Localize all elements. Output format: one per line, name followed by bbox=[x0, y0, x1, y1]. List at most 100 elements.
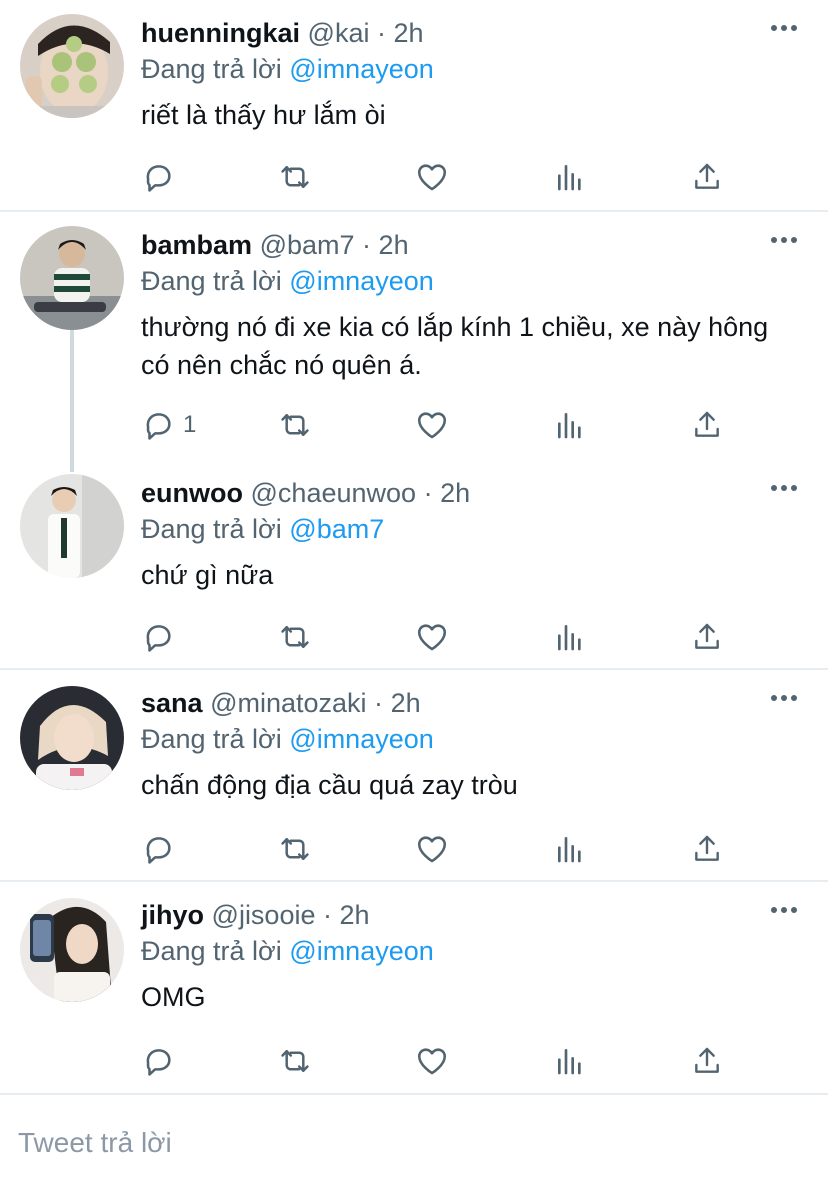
replying-prefix: Đang trả lời bbox=[141, 514, 282, 544]
analytics-icon bbox=[554, 408, 586, 442]
tweet[interactable]: sana @minatozaki · 2h Đang trả lời @imna… bbox=[0, 670, 828, 882]
display-name[interactable]: eunwoo bbox=[141, 478, 243, 508]
tweet[interactable]: eunwoo @chaeunwoo · 2h Đang trả lời @bam… bbox=[0, 460, 828, 670]
user-handle[interactable]: @chaeunwoo bbox=[251, 478, 417, 508]
retweet-button[interactable] bbox=[277, 157, 313, 197]
tweet-actions bbox=[141, 1041, 741, 1081]
analytics-button[interactable] bbox=[554, 157, 586, 197]
reply-button[interactable] bbox=[141, 617, 183, 657]
separator-dot: · bbox=[374, 688, 384, 718]
like-button[interactable] bbox=[415, 617, 449, 657]
reply-count: 1 bbox=[183, 411, 197, 438]
user-handle[interactable]: @kai bbox=[308, 18, 370, 48]
tweet-text: OMG bbox=[141, 982, 206, 1012]
replying-to: Đang trả lời @imnayeon bbox=[141, 262, 804, 300]
separator-dot: · bbox=[423, 478, 433, 508]
mention-link[interactable]: @bam7 bbox=[289, 514, 384, 544]
share-button[interactable] bbox=[691, 157, 723, 197]
tweet-header: jihyo @jisooie · 2h bbox=[141, 896, 804, 934]
tweet-content: sana @minatozaki · 2h Đang trả lời @imna… bbox=[141, 684, 804, 804]
reply-icon bbox=[141, 408, 175, 442]
more-icon[interactable] bbox=[770, 232, 798, 243]
tweet-header: bambam @bam7 · 2h bbox=[141, 226, 804, 264]
tweet-header: eunwoo @chaeunwoo · 2h bbox=[141, 474, 804, 512]
analytics-icon bbox=[554, 1044, 586, 1078]
like-button[interactable] bbox=[415, 157, 449, 197]
mention-link[interactable]: @imnayeon bbox=[289, 936, 433, 966]
retweet-icon bbox=[277, 1044, 313, 1078]
retweet-button[interactable] bbox=[277, 617, 313, 657]
user-handle[interactable]: @jisooie bbox=[212, 900, 316, 930]
analytics-button[interactable] bbox=[554, 405, 586, 445]
avatar[interactable] bbox=[20, 226, 124, 330]
retweet-button[interactable] bbox=[277, 405, 313, 445]
thread-line bbox=[70, 330, 74, 472]
tweet-header: sana @minatozaki · 2h bbox=[141, 684, 804, 722]
timestamp[interactable]: 2h bbox=[340, 900, 370, 930]
mention-link[interactable]: @imnayeon bbox=[289, 54, 433, 84]
share-button[interactable] bbox=[691, 829, 723, 869]
avatar[interactable] bbox=[20, 898, 124, 1002]
user-handle[interactable]: @minatozaki bbox=[210, 688, 366, 718]
retweet-icon bbox=[277, 160, 313, 194]
retweet-button[interactable] bbox=[277, 1041, 313, 1081]
analytics-button[interactable] bbox=[554, 617, 586, 657]
retweet-button[interactable] bbox=[277, 829, 313, 869]
retweet-icon bbox=[277, 408, 313, 442]
reply-button[interactable] bbox=[141, 1041, 183, 1081]
tweet-text: chấn động địa cầu quá zay tròu bbox=[141, 770, 518, 800]
avatar[interactable] bbox=[20, 14, 124, 118]
share-button[interactable] bbox=[691, 617, 723, 657]
like-icon bbox=[415, 408, 449, 442]
reply-button[interactable]: 1 bbox=[141, 405, 196, 445]
mention-link[interactable]: @imnayeon bbox=[289, 724, 433, 754]
timestamp[interactable]: 2h bbox=[391, 688, 421, 718]
display-name[interactable]: huenningkai bbox=[141, 18, 300, 48]
tweet-content: bambam @bam7 · 2h Đang trả lời @imnayeon… bbox=[141, 226, 804, 384]
mention-link[interactable]: @imnayeon bbox=[289, 266, 433, 296]
reply-composer[interactable]: Tweet trả lời bbox=[0, 1093, 828, 1181]
timestamp[interactable]: 2h bbox=[379, 230, 409, 260]
more-icon[interactable] bbox=[770, 20, 798, 31]
like-button[interactable] bbox=[415, 405, 449, 445]
like-button[interactable] bbox=[415, 829, 449, 869]
tweet-actions: 1 bbox=[141, 405, 741, 445]
analytics-button[interactable] bbox=[554, 1041, 586, 1081]
display-name[interactable]: jihyo bbox=[141, 900, 204, 930]
analytics-icon bbox=[554, 832, 586, 866]
replying-to: Đang trả lời @bam7 bbox=[141, 510, 804, 548]
avatar[interactable] bbox=[20, 474, 124, 578]
more-icon[interactable] bbox=[770, 902, 798, 913]
display-name[interactable]: bambam bbox=[141, 230, 252, 260]
avatar[interactable] bbox=[20, 686, 124, 790]
reply-button[interactable] bbox=[141, 157, 183, 197]
like-button[interactable] bbox=[415, 1041, 449, 1081]
reply-button[interactable] bbox=[141, 829, 183, 869]
separator-dot: · bbox=[376, 18, 386, 48]
tweet-text: riết là thấy hư lắm òi bbox=[141, 100, 386, 130]
timestamp[interactable]: 2h bbox=[440, 478, 470, 508]
separator-dot: · bbox=[362, 230, 372, 260]
timestamp[interactable]: 2h bbox=[394, 18, 424, 48]
tweet[interactable]: jihyo @jisooie · 2h Đang trả lời @imnaye… bbox=[0, 882, 828, 1092]
tweet-content: jihyo @jisooie · 2h Đang trả lời @imnaye… bbox=[141, 896, 804, 1016]
tweet-text: chứ gì nữa bbox=[141, 560, 274, 590]
retweet-icon bbox=[277, 620, 313, 654]
tweet[interactable]: huenningkai @kai · 2h Đang trả lời @imna… bbox=[0, 0, 828, 212]
like-icon bbox=[415, 620, 449, 654]
share-icon bbox=[691, 832, 723, 866]
user-handle[interactable]: @bam7 bbox=[260, 230, 355, 260]
tweet-header: huenningkai @kai · 2h bbox=[141, 14, 804, 52]
tweet[interactable]: bambam @bam7 · 2h Đang trả lời @imnayeon… bbox=[0, 212, 828, 472]
tweet-actions bbox=[141, 617, 741, 657]
replying-prefix: Đang trả lời bbox=[141, 724, 282, 754]
display-name[interactable]: sana bbox=[141, 688, 203, 718]
share-button[interactable] bbox=[691, 1041, 723, 1081]
like-icon bbox=[415, 160, 449, 194]
share-button[interactable] bbox=[691, 405, 723, 445]
more-icon[interactable] bbox=[770, 480, 798, 491]
analytics-button[interactable] bbox=[554, 829, 586, 869]
more-icon[interactable] bbox=[770, 690, 798, 701]
tweet-content: eunwoo @chaeunwoo · 2h Đang trả lời @bam… bbox=[141, 474, 804, 594]
reply-input[interactable]: Tweet trả lời bbox=[18, 1127, 172, 1159]
